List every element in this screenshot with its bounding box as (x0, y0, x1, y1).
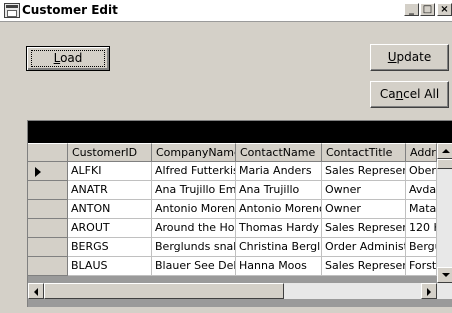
maximize-button[interactable]: □ (420, 3, 435, 16)
row-header[interactable] (28, 238, 68, 257)
cell-companyname[interactable]: Ana Trujillo Emparedados (152, 181, 236, 200)
cell-contacttitle[interactable]: Sales Representative (322, 219, 406, 238)
cell-customerid[interactable]: ANATR (68, 181, 152, 200)
vertical-scrollbar[interactable] (437, 143, 452, 283)
row-header[interactable] (28, 181, 68, 200)
cell-address[interactable]: Obere Str. 57 (406, 162, 437, 181)
cell-contactname[interactable]: Ana Trujillo (236, 181, 322, 200)
arrow-right-icon (427, 288, 431, 296)
cell-companyname[interactable]: Blauer See Delikatessen (152, 257, 236, 276)
customer-data-grid[interactable]: CustomerID CompanyName ContactName Conta… (27, 120, 452, 307)
cell-contactname[interactable]: Christina Berglund (236, 238, 322, 257)
arrow-down-icon (442, 273, 450, 277)
cell-customerid[interactable]: ALFKI (68, 162, 152, 181)
grid-caption-bar (28, 121, 452, 143)
cell-contactname[interactable]: Maria Anders (236, 162, 322, 181)
cell-address[interactable]: Avda. de la Constitución 2222 (406, 181, 437, 200)
update-button-label: Update (387, 50, 432, 64)
close-button[interactable]: × (437, 3, 452, 16)
cell-contactname[interactable]: Antonio Moreno (236, 200, 322, 219)
row-header[interactable] (28, 219, 68, 238)
update-button[interactable]: Update (370, 44, 449, 71)
current-row-indicator-icon (35, 167, 41, 177)
cell-address[interactable]: Berguvsvägen 8 (406, 238, 437, 257)
window-title: Customer Edit (22, 3, 118, 17)
arrow-up-icon (442, 149, 450, 153)
scroll-right-button[interactable] (421, 283, 437, 299)
column-header-address[interactable]: Address (406, 143, 437, 162)
cancel-all-button[interactable]: Cancel All (370, 81, 449, 108)
cell-contacttitle[interactable]: Owner (322, 200, 406, 219)
minimize-button[interactable]: _ (404, 3, 419, 16)
cell-companyname[interactable]: Around the Horn (152, 219, 236, 238)
load-button-label: Load (53, 51, 83, 65)
row-header[interactable] (28, 162, 68, 181)
scroll-up-button[interactable] (437, 143, 452, 159)
column-header-contacttitle[interactable]: ContactTitle (322, 143, 406, 162)
column-header-companyname[interactable]: CompanyName (152, 143, 236, 162)
cell-contacttitle[interactable]: Sales Representative (322, 257, 406, 276)
cell-customerid[interactable]: BLAUS (68, 257, 152, 276)
load-button[interactable]: Load (26, 46, 110, 71)
cell-address[interactable]: Mataderos 2312 (406, 200, 437, 219)
cell-address[interactable]: Forsterstr. 57 (406, 257, 437, 276)
cell-customerid[interactable]: BERGS (68, 238, 152, 257)
row-header[interactable] (28, 257, 68, 276)
scroll-down-button[interactable] (437, 267, 452, 283)
horizontal-scroll-thumb[interactable] (44, 283, 284, 299)
row-header[interactable] (28, 200, 68, 219)
title-bar: Customer Edit _ □ × (0, 0, 452, 22)
cell-customerid[interactable]: AROUT (68, 219, 152, 238)
app-icon[interactable] (4, 3, 20, 18)
cell-contactname[interactable]: Thomas Hardy (236, 219, 322, 238)
cell-customerid[interactable]: ANTON (68, 200, 152, 219)
vertical-scroll-thumb[interactable] (437, 159, 452, 169)
column-header-contactname[interactable]: ContactName (236, 143, 322, 162)
cell-contacttitle[interactable]: Order Administrator (322, 238, 406, 257)
column-header-customerid[interactable]: CustomerID (68, 143, 152, 162)
cell-companyname[interactable]: Berglunds snabbköp (152, 238, 236, 257)
arrow-left-icon (34, 288, 38, 296)
horizontal-scrollbar[interactable] (28, 283, 452, 299)
cell-contactname[interactable]: Hanna Moos (236, 257, 322, 276)
scroll-left-button[interactable] (28, 283, 44, 299)
cell-contacttitle[interactable]: Owner (322, 181, 406, 200)
cancel-all-button-label: Cancel All (379, 87, 440, 101)
cell-address[interactable]: 120 Hanover Sq. (406, 219, 437, 238)
cell-contacttitle[interactable]: Sales Representative (322, 162, 406, 181)
cell-companyname[interactable]: Alfred Futterkiste (152, 162, 236, 181)
row-header-corner (28, 143, 68, 162)
cell-companyname[interactable]: Antonio Moreno Taquería (152, 200, 236, 219)
